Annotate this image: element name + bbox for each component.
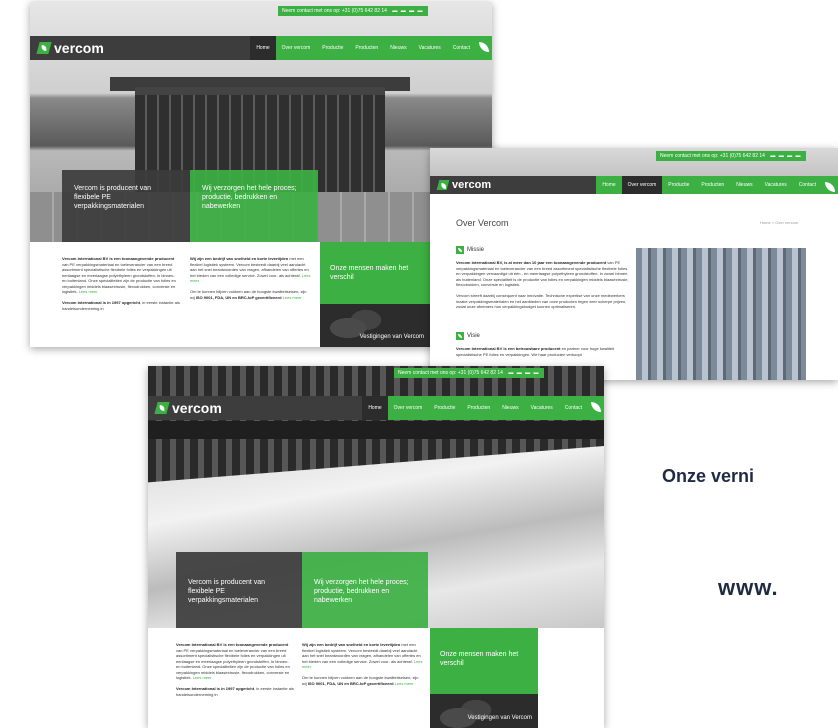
founded-bold: Vercom International is in 1997 opgerich…: [176, 686, 255, 691]
people-tile[interactable]: Onze mensen maken het verschil: [320, 242, 430, 304]
menu-item-contact[interactable]: Contact: [559, 396, 588, 420]
menu-item-vacatures[interactable]: Vacatures: [525, 396, 559, 420]
intro-bold: Vercom International BV is een toonaange…: [62, 256, 175, 261]
menu-item-nieuws[interactable]: Nieuws: [730, 176, 758, 194]
locations-tile[interactable]: Vestigingen van Vercom: [320, 304, 430, 347]
language-flags[interactable]: ▬ ▬ ▬ ▬: [770, 151, 801, 161]
main-navigation: vercom Home Over vercom Productie Produc…: [430, 176, 838, 194]
menu-item-vacatures[interactable]: Vacatures: [759, 176, 793, 194]
locations-label: Vestigingen van Vercom: [359, 334, 424, 340]
corner-leaf-icon: [476, 36, 492, 60]
language-flags[interactable]: ▬ ▬ ▬ ▬: [392, 6, 423, 16]
vision-title: Visie: [467, 333, 480, 339]
contact-bar[interactable]: Neem contact met ons op: +31 (0)75 642 8…: [278, 6, 428, 16]
language-flags[interactable]: ▬ ▬ ▬ ▬: [508, 368, 539, 378]
menu-item-producten[interactable]: Producten: [349, 36, 384, 60]
vercom-logo-icon[interactable]: [36, 42, 52, 54]
read-more-link[interactable]: Lees meer: [283, 295, 302, 300]
vercom-logo[interactable]: vercom: [172, 400, 222, 416]
breadcrumb[interactable]: Home > Over vercom: [760, 220, 798, 225]
banner-process: Wij verzorgen het hele proces; productie…: [302, 552, 428, 628]
mission-heading: Missie: [456, 246, 484, 254]
locations-label: Vestigingen van Vercom: [467, 715, 532, 721]
corner-leaf-icon: [588, 396, 604, 420]
main-navigation: vercom Home Over vercom Productie Produc…: [30, 36, 492, 60]
banner-producer: Vercom is producent van flexibele PE ver…: [176, 552, 302, 628]
people-tile[interactable]: Onze mensen maken het verschil: [430, 628, 538, 694]
menu-item-producten[interactable]: Producten: [695, 176, 730, 194]
promo-headline: Onze verni: [662, 466, 755, 486]
intro-column-1: Vercom International BV is een toonaange…: [62, 256, 180, 311]
vercom-logo[interactable]: vercom: [54, 40, 104, 56]
menu-bar: Home Over vercom Productie Producten Nie…: [362, 396, 588, 420]
banner-process: Wij verzorgen het hele proces; productie…: [190, 170, 318, 242]
menu-item-over-vercom[interactable]: Over vercom: [388, 396, 429, 420]
extrusion-machine-photo: [636, 248, 806, 380]
menu-item-home[interactable]: Home: [250, 36, 276, 60]
certified-bold: ISO 9001, FDA, UN en BRC-IoP gecertifice…: [195, 294, 282, 300]
menu-item-home[interactable]: Home: [362, 396, 388, 420]
menu-item-over-vercom[interactable]: Over vercom: [276, 36, 317, 60]
intro-column-2: Wij zijn een bedrijf van snelheid en kor…: [190, 256, 312, 300]
menu-item-over-vercom[interactable]: Over vercom: [621, 176, 663, 194]
read-more-link[interactable]: Lees meer: [79, 289, 98, 294]
certified-bold: ISO 9001, FDA, UN en BRC-IoP gecertifice…: [307, 680, 394, 686]
menu-item-producten[interactable]: Producten: [461, 396, 496, 420]
menu-item-nieuws[interactable]: Nieuws: [496, 396, 524, 420]
read-more-link[interactable]: Lees meer: [193, 675, 212, 680]
contact-bar[interactable]: Neem contact met ons op: +31 (0)75 642 8…: [394, 368, 544, 378]
menu-item-vacatures[interactable]: Vacatures: [413, 36, 447, 60]
screenshot-home-building: Neem contact met ons op: +31 (0)75 642 8…: [30, 2, 492, 347]
screenshot-about: Neem contact met ons op: +31 (0)75 642 8…: [430, 148, 838, 380]
page-title: Over Vercom: [456, 218, 509, 228]
main-navigation: vercom Home Over vercom Productie Produc…: [148, 396, 604, 420]
vision-bold: Vercom International BV is een betrouwba…: [456, 346, 561, 351]
speed-bold: Wij zijn een bedrijf van snelheid en kor…: [190, 256, 289, 261]
corner-leaf-icon: [822, 176, 838, 194]
screenshot-home-production: Neem contact met ons op: +31 (0)75 642 8…: [148, 366, 604, 728]
intro-column-1: Vercom International BV is een toonaange…: [176, 642, 294, 697]
read-more-link[interactable]: Lees meer: [395, 681, 414, 686]
locations-tile[interactable]: Vestigingen van Vercom: [430, 694, 538, 728]
founded-bold: Vercom International is in 1997 opgerich…: [62, 300, 141, 305]
menu-item-productie[interactable]: Productie: [316, 36, 349, 60]
menu-item-nieuws[interactable]: Nieuws: [384, 36, 412, 60]
europe-map: [434, 698, 494, 728]
contact-text: Neem contact met ons op: +31 (0)75 642 8…: [282, 8, 387, 14]
mission-title: Missie: [467, 247, 485, 253]
vision-heading: Visie: [456, 332, 480, 340]
intro-bold: Vercom International BV is een toonaange…: [176, 642, 289, 647]
mission-bold: Vercom International BV, is al meer dan …: [456, 260, 607, 265]
leaf-icon: [456, 332, 464, 340]
vercom-logo-icon[interactable]: [154, 402, 170, 414]
contact-bar[interactable]: Neem contact met ons op: +31 (0)75 642 8…: [656, 151, 806, 161]
menu-item-productie[interactable]: Productie: [428, 396, 461, 420]
menu-item-contact[interactable]: Contact: [447, 36, 476, 60]
promo-url[interactable]: www.: [718, 575, 779, 601]
mission-text: Vercom International BV, is al meer dan …: [456, 260, 632, 310]
menu-item-contact[interactable]: Contact: [793, 176, 822, 194]
vercom-logo[interactable]: vercom: [452, 179, 491, 191]
menu-bar: Home Over vercom Productie Producten Nie…: [596, 176, 822, 194]
menu-bar: Home Over vercom Productie Producten Nie…: [250, 36, 476, 60]
vision-text: Vercom International BV is een betrouwba…: [456, 346, 632, 357]
contact-text: Neem contact met ons op: +31 (0)75 642 8…: [398, 370, 503, 376]
contact-text: Neem contact met ons op: +31 (0)75 642 8…: [660, 153, 765, 159]
menu-item-productie[interactable]: Productie: [662, 176, 695, 194]
machine-bar: [148, 421, 604, 439]
menu-item-home[interactable]: Home: [596, 176, 621, 194]
mission-body-2: Vercom streeft daarbij consequent naar i…: [456, 293, 627, 309]
leaf-icon: [456, 246, 464, 254]
europe-map: [324, 308, 384, 347]
vercom-logo-icon[interactable]: [436, 180, 450, 190]
intro-column-2: Wij zijn een bedrijf van snelheid en kor…: [302, 642, 424, 686]
speed-bold: Wij zijn een bedrijf van snelheid en kor…: [302, 642, 401, 647]
banner-producer: Vercom is producent van flexibele PE ver…: [62, 170, 190, 242]
